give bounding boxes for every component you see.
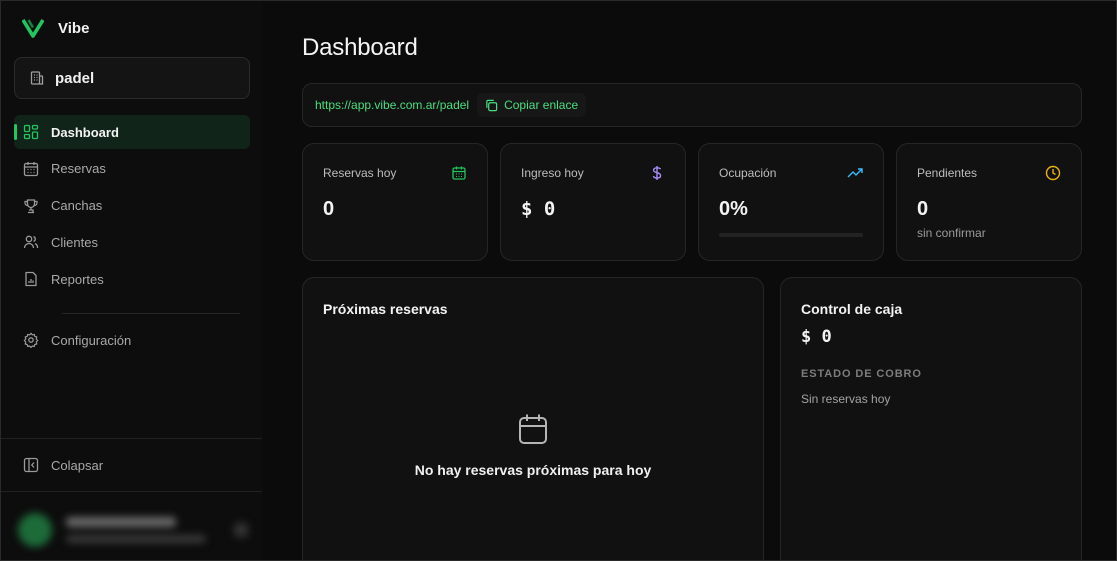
calendar-icon <box>452 166 466 180</box>
stat-label: Reservas hoy <box>323 166 397 180</box>
avatar <box>18 513 52 547</box>
cash-control-panel: Control de caja $ 0 ESTADO DE COBRO Sin … <box>780 277 1082 561</box>
brand[interactable]: Vibe <box>22 18 89 38</box>
page-title: Dashboard <box>302 34 418 61</box>
vibe-logo-icon <box>22 19 44 38</box>
panel-left-icon <box>23 457 39 473</box>
sidebar-item-clientes[interactable]: Clientes <box>14 225 250 259</box>
stat-value: 0 <box>917 198 929 220</box>
sidebar: Vibe padel Dashboard Reservas Canchas Cl… <box>0 0 262 561</box>
stat-subtext: sin confirmar <box>917 226 986 240</box>
empty-state: No hay reservas próximas para hoy <box>303 413 763 478</box>
user-profile-blurred[interactable] <box>18 510 248 550</box>
gear-icon <box>23 332 39 348</box>
more-options-icon <box>234 523 248 537</box>
stat-value: 0% <box>719 198 748 220</box>
stat-label: Pendientes <box>917 166 978 180</box>
panel-title: Control de caja <box>801 301 903 317</box>
sidebar-item-label: Canchas <box>51 198 103 214</box>
sidebar-item-reportes[interactable]: Reportes <box>14 262 250 296</box>
upcoming-reservations-panel: Próximas reservas No hay reservas próxim… <box>302 277 764 561</box>
copy-link-button[interactable]: Copiar enlace <box>477 93 587 117</box>
stat-card-reservas-hoy: Reservas hoy 0 <box>302 143 488 261</box>
occupancy-progress-bar <box>719 233 863 237</box>
sidebar-item-label: Dashboard <box>51 124 119 140</box>
nav-divider <box>62 313 240 314</box>
stat-label: Ocupación <box>719 166 777 180</box>
stat-card-pendientes: Pendientes 0 sin confirmar <box>896 143 1082 261</box>
stat-card-ocupacion: Ocupación 0% <box>698 143 884 261</box>
payment-status-caption: ESTADO DE COBRO <box>801 368 922 380</box>
dollar-icon <box>652 166 662 180</box>
sidebar-item-label: Colapsar <box>51 457 104 473</box>
payment-status-text: Sin reservas hoy <box>801 392 891 406</box>
sidebar-item-label: Reportes <box>51 271 104 287</box>
sidebar-separator <box>0 491 262 492</box>
copy-icon <box>486 99 498 111</box>
stat-label: Ingreso hoy <box>521 166 584 180</box>
collapse-sidebar-button[interactable]: Colapsar <box>14 448 250 482</box>
calendar-icon <box>519 414 547 444</box>
settings-section: Configuración <box>14 323 250 360</box>
panel-title: Próximas reservas <box>323 301 448 317</box>
cash-total: $ 0 <box>801 327 832 347</box>
share-link-url[interactable]: https://app.vibe.com.ar/padel <box>315 98 469 112</box>
share-link-bar: https://app.vibe.com.ar/padel Copiar enl… <box>302 83 1082 127</box>
stat-value: 0 <box>323 198 335 220</box>
copy-link-label: Copiar enlace <box>504 98 579 112</box>
workspace-name: padel <box>55 69 95 87</box>
sidebar-item-label: Configuración <box>51 332 132 348</box>
stat-card-ingreso-hoy: Ingreso hoy $ 0 <box>500 143 686 261</box>
empty-state-text: No hay reservas próximas para hoy <box>414 462 652 478</box>
trophy-icon <box>24 198 38 213</box>
users-icon <box>23 236 39 249</box>
sidebar-item-dashboard[interactable]: Dashboard <box>14 115 250 149</box>
stat-value: $ 0 <box>521 198 556 220</box>
report-file-icon <box>25 272 37 287</box>
sidebar-item-label: Reservas <box>51 161 106 177</box>
sidebar-item-configuracion[interactable]: Configuración <box>14 323 250 357</box>
sidebar-item-canchas[interactable]: Canchas <box>14 189 250 223</box>
clock-icon <box>1045 165 1061 181</box>
sidebar-item-label: Clientes <box>51 234 98 250</box>
sidebar-separator <box>0 438 262 439</box>
brand-name: Vibe <box>58 19 90 37</box>
workspace-switcher[interactable]: padel <box>14 57 250 99</box>
trending-up-icon <box>847 168 863 178</box>
building-icon <box>30 71 44 85</box>
collapse-section: Colapsar <box>14 448 250 485</box>
layout-grid-icon <box>23 124 39 140</box>
sidebar-nav: Dashboard Reservas Canchas Clientes Repo… <box>14 115 250 299</box>
sidebar-item-reservas[interactable]: Reservas <box>14 152 250 186</box>
user-info-redacted <box>66 517 206 543</box>
calendar-icon <box>23 161 39 176</box>
